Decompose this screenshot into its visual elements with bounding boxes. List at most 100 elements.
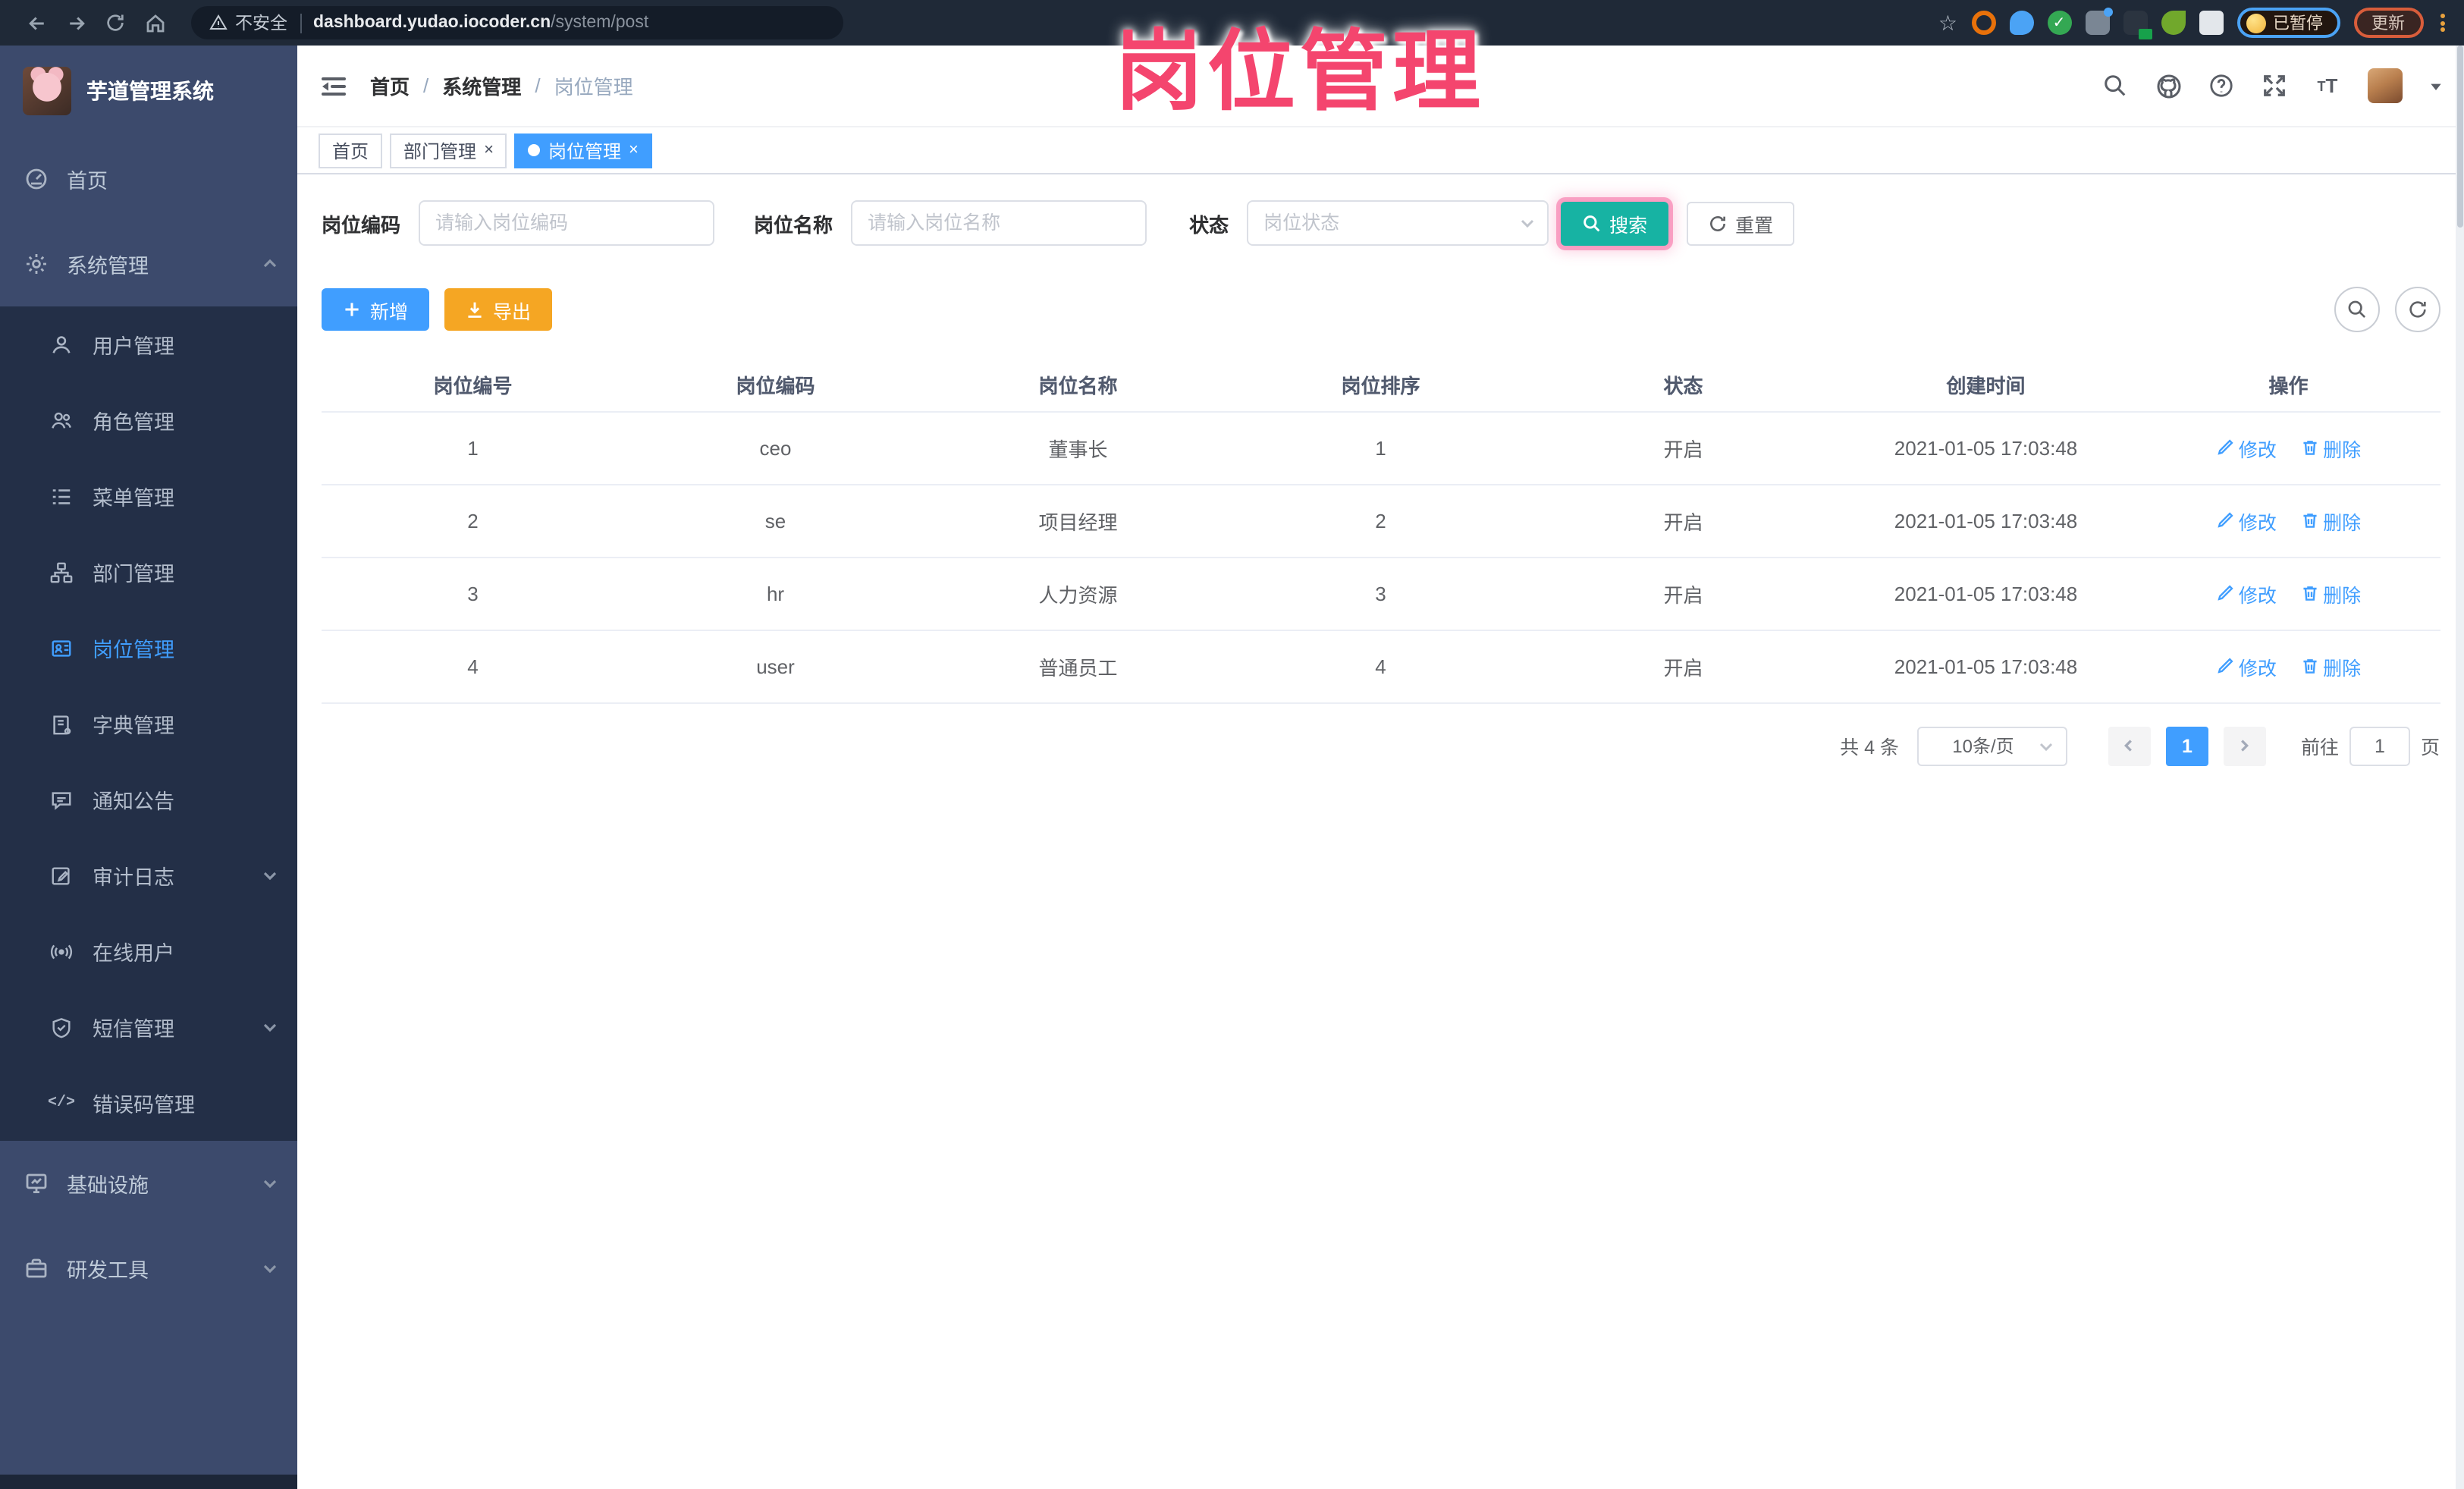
extensions-puzzle-icon[interactable] <box>2199 11 2223 35</box>
font-size-icon[interactable]: TT <box>2314 72 2341 99</box>
search-icon[interactable] <box>2101 72 2129 99</box>
sidebar-item-users[interactable]: 用户管理 <box>0 306 297 382</box>
system-submenu: 用户管理 角色管理 菜单管理 部门管理 岗位管理 字典管理 通知公告 审计日志 … <box>0 306 297 1141</box>
table-row: 4 user 普通员工 4 开启 2021-01-05 17:03:48 修改 … <box>322 630 2440 703</box>
github-icon[interactable] <box>2155 72 2182 99</box>
home-icon[interactable] <box>140 8 170 38</box>
chevron-down-icon <box>261 1018 279 1036</box>
page-number-1[interactable]: 1 <box>2165 726 2208 765</box>
tab-home[interactable]: 首页 <box>319 133 383 168</box>
sidebar-menu: 首页 系统管理 用户管理 角色管理 菜单管理 部门管理 岗位管理 字典管理 通知… <box>0 137 297 1474</box>
sidebar-item-depts[interactable]: 部门管理 <box>0 534 297 610</box>
edit-link[interactable]: 修改 <box>2216 506 2277 535</box>
status-label: 状态 <box>1189 213 1229 236</box>
status-select[interactable] <box>1247 200 1549 246</box>
sidebar-item-dict[interactable]: 字典管理 <box>0 686 297 762</box>
bookmark-star-icon[interactable]: ☆ <box>1938 11 1957 35</box>
app-logo <box>23 67 71 115</box>
toolbox-icon <box>23 1255 49 1281</box>
breadcrumb-system[interactable]: 系统管理 <box>442 71 521 100</box>
message-icon <box>49 787 74 812</box>
search-icon <box>2347 300 2365 319</box>
extension-pin-icon[interactable] <box>2009 11 2033 35</box>
extension-check-icon[interactable]: ✓ <box>2047 11 2071 35</box>
sidebar-item-audit-log[interactable]: 审计日志 <box>0 837 297 913</box>
sidebar-item-posts[interactable]: 岗位管理 <box>0 610 297 686</box>
col-post-id: 岗位编号 <box>322 358 624 412</box>
delete-link[interactable]: 删除 <box>2300 433 2361 462</box>
export-button[interactable]: 导出 <box>444 288 553 331</box>
back-icon[interactable] <box>21 8 52 38</box>
extension-gray-icon[interactable] <box>2085 8 2112 35</box>
pencil-icon <box>2218 512 2233 528</box>
delete-link[interactable]: 删除 <box>2300 652 2361 680</box>
sidebar-collapse-bar[interactable] <box>0 1474 297 1489</box>
pencil-icon <box>2218 658 2233 674</box>
sidebar-item-infrastructure[interactable]: 基础设施 <box>0 1141 297 1226</box>
browser-menu-icon[interactable] <box>2437 11 2449 34</box>
chevron-down-icon[interactable] <box>2428 78 2443 93</box>
url-text[interactable]: dashboard.yudao.iocoder.cn/system/post <box>313 14 648 32</box>
reset-button[interactable]: 重置 <box>1687 201 1795 245</box>
sidebar-item-sms[interactable]: 短信管理 <box>0 989 297 1065</box>
address-bar[interactable]: 不安全 dashboard.yudao.iocoder.cn/system/po… <box>191 6 843 39</box>
goto-page-input[interactable] <box>2349 726 2410 765</box>
edit-link[interactable]: 修改 <box>2216 433 2277 462</box>
sidebar-item-dev-tools[interactable]: 研发工具 <box>0 1226 297 1311</box>
extension-sprout-icon[interactable] <box>2161 11 2185 35</box>
breadcrumb-separator: / <box>535 74 541 97</box>
forward-icon[interactable] <box>61 8 91 38</box>
dashboard-icon <box>23 166 49 192</box>
page-size-select[interactable] <box>1916 726 2067 765</box>
scrollbar-thumb[interactable] <box>2456 46 2462 228</box>
prev-page-button[interactable] <box>2108 726 2151 765</box>
refresh-button[interactable] <box>2394 287 2440 332</box>
sidebar-item-label: 角色管理 <box>93 411 174 434</box>
recording-paused-badge[interactable]: 已暂停 <box>2236 8 2340 38</box>
sidebar-collapse-icon[interactable] <box>319 71 349 101</box>
tab-dept-management[interactable]: 部门管理 × <box>390 133 507 168</box>
toggle-search-button[interactable] <box>2334 287 2379 332</box>
main-panel: 首页 / 系统管理 / 岗位管理 T T 首页 部门管理 × 岗位管理 × 岗位… <box>297 46 2464 1489</box>
delete-link[interactable]: 删除 <box>2300 506 2361 535</box>
close-icon[interactable]: × <box>629 141 639 159</box>
breadcrumb-home[interactable]: 首页 <box>370 71 410 100</box>
help-icon[interactable] <box>2208 72 2235 99</box>
extensions-area: ☆ ✓ 已暂停 更新 <box>1938 8 2449 39</box>
sidebar-item-online-users[interactable]: 在线用户 <box>0 913 297 989</box>
extension-orange-icon[interactable] <box>1971 11 1995 35</box>
add-button[interactable]: 新增 <box>322 288 430 331</box>
fullscreen-icon[interactable] <box>2261 72 2288 99</box>
org-tree-icon <box>49 559 74 585</box>
breadcrumb-current: 岗位管理 <box>554 76 633 99</box>
edit-link[interactable]: 修改 <box>2216 652 2277 680</box>
sidebar-item-roles[interactable]: 角色管理 <box>0 382 297 458</box>
edit-link[interactable]: 修改 <box>2216 579 2277 608</box>
extension-dark-icon[interactable] <box>2123 11 2152 39</box>
scrollbar[interactable] <box>2455 46 2464 1489</box>
app-header: 首页 / 系统管理 / 岗位管理 T T <box>297 46 2464 127</box>
status-select-input[interactable] <box>1247 200 1549 246</box>
delete-link[interactable]: 删除 <box>2300 579 2361 608</box>
post-code-input[interactable] <box>419 200 715 246</box>
sidebar-item-system[interactable]: 系统管理 <box>0 221 297 306</box>
sidebar-item-error-codes[interactable]: </> 错误码管理 <box>0 1065 297 1141</box>
sidebar-item-home[interactable]: 首页 <box>0 137 297 221</box>
reload-icon[interactable] <box>100 8 130 38</box>
close-icon[interactable]: × <box>484 141 494 159</box>
sidebar-item-notice[interactable]: 通知公告 <box>0 762 297 837</box>
chevron-down-icon <box>261 866 279 884</box>
browser-update-button[interactable]: 更新 <box>2353 8 2423 38</box>
sidebar-item-label: 通知公告 <box>93 790 174 813</box>
download-icon <box>466 300 485 319</box>
col-post-code: 岗位编码 <box>624 358 927 412</box>
security-chip[interactable]: 不安全 <box>209 11 287 35</box>
search-button[interactable]: 搜索 <box>1561 201 1669 245</box>
app-logo-row[interactable]: 芋道管理系统 <box>0 46 297 137</box>
post-name-input[interactable] <box>851 200 1147 246</box>
sidebar-item-menus[interactable]: 菜单管理 <box>0 458 297 534</box>
refresh-icon <box>1708 213 1728 233</box>
next-page-button[interactable] <box>2223 726 2266 765</box>
tab-post-management[interactable]: 岗位管理 × <box>514 133 652 168</box>
avatar[interactable] <box>2367 68 2402 103</box>
